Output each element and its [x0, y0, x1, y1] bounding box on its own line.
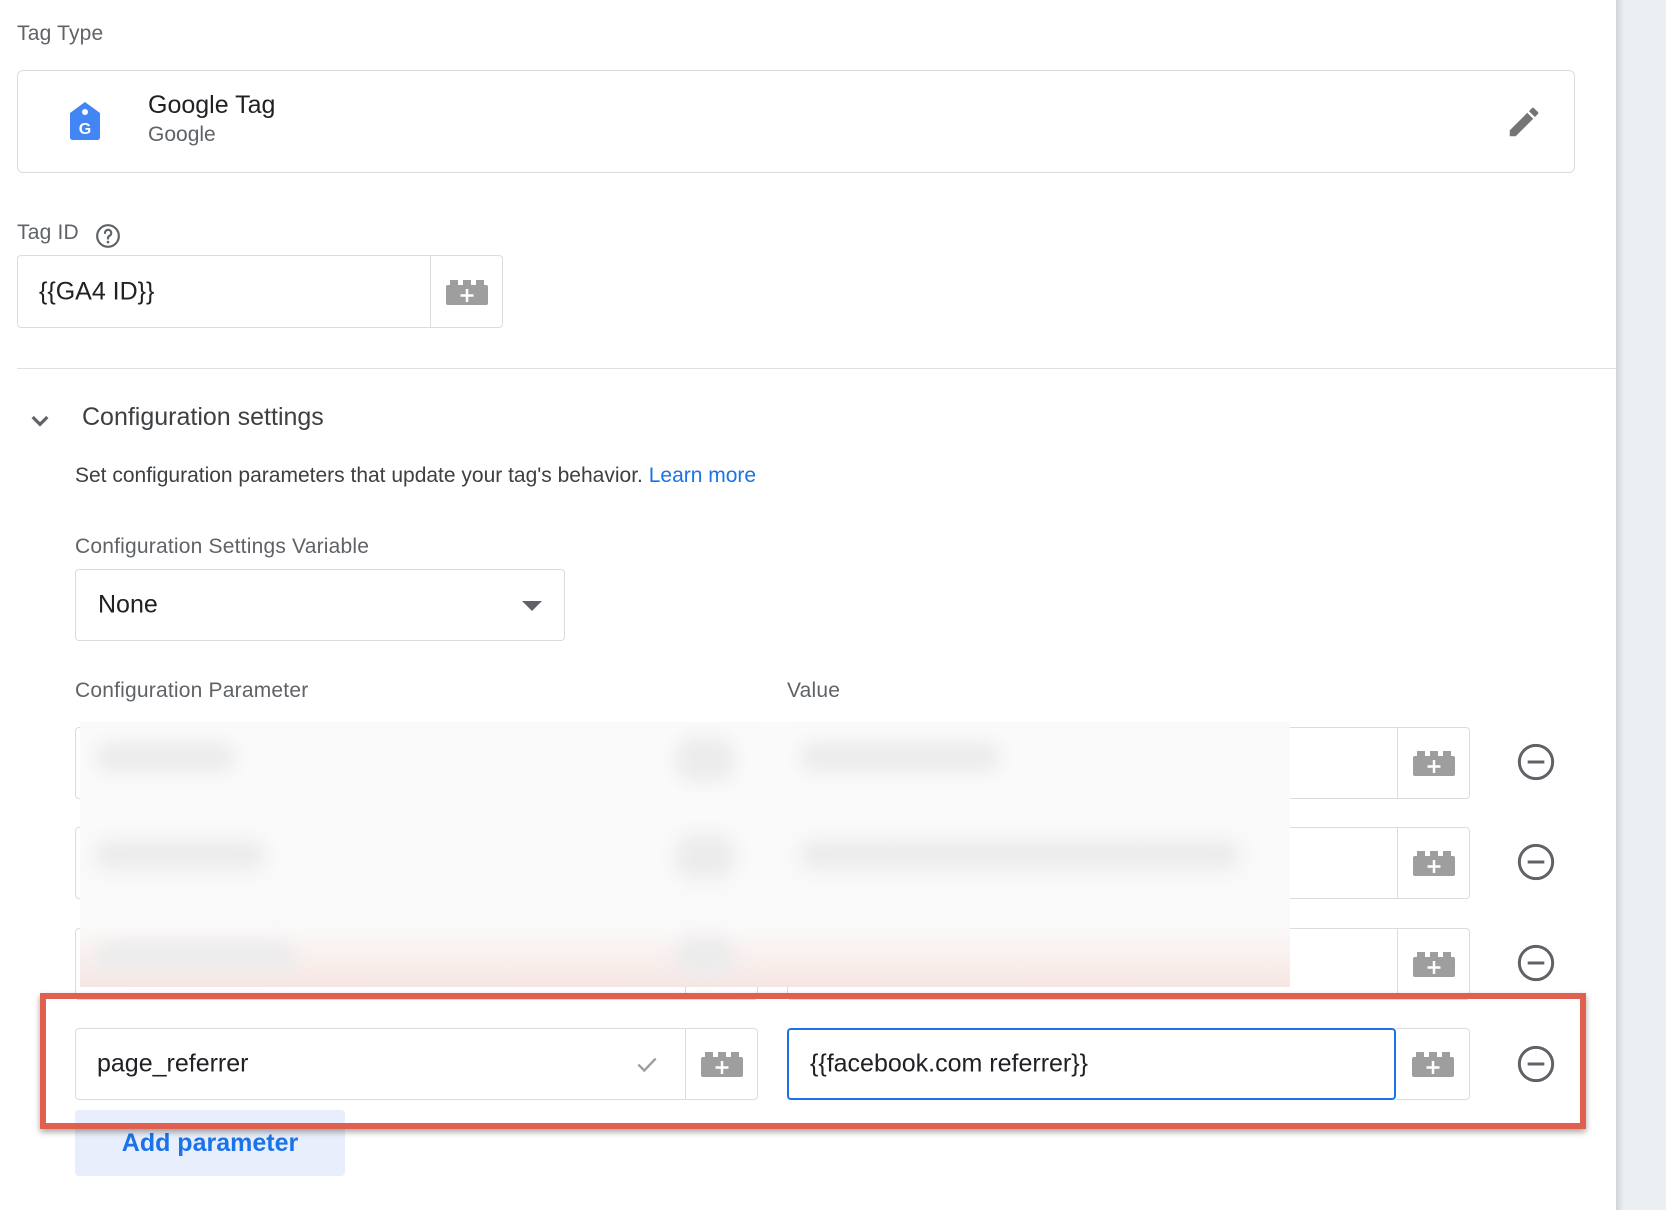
learn-more-link[interactable]: Learn more — [649, 464, 756, 487]
remove-row-icon[interactable] — [1516, 1044, 1556, 1084]
blur-smudge — [95, 942, 295, 972]
remove-row-icon[interactable] — [1516, 742, 1556, 782]
checkmark-icon — [637, 1057, 657, 1073]
add-variable-icon — [445, 279, 488, 305]
right-scroll-rail — [1616, 0, 1666, 1210]
add-variable-icon — [700, 1052, 743, 1077]
redaction-blur — [80, 722, 1290, 987]
tag-id-label: Tag ID — [17, 221, 79, 244]
param-value-field-4[interactable]: {{facebook.com referrer}} — [787, 1028, 1396, 1100]
blur-smudge — [95, 840, 265, 870]
chevron-down-icon[interactable] — [24, 405, 56, 437]
tag-type-name: Google Tag — [148, 91, 276, 119]
value-add-variable-wrap — [1396, 1029, 1469, 1099]
param-name-field-4[interactable]: page_referrer — [75, 1028, 758, 1100]
config-description: Set configuration parameters that update… — [75, 464, 756, 488]
remove-row-icon[interactable] — [1516, 842, 1556, 882]
blur-smudge — [675, 937, 735, 977]
tag-logo-letter: G — [79, 121, 91, 138]
add-variable-icon — [1412, 851, 1455, 876]
value-column-label: Value — [787, 679, 841, 702]
blur-smudge — [675, 834, 735, 879]
param-add-variable-button-4[interactable] — [685, 1029, 757, 1099]
value-add-variable-button-2[interactable] — [1397, 828, 1469, 898]
add-variable-icon — [1411, 1052, 1454, 1077]
value-add-variable-button-4[interactable] — [1396, 1028, 1470, 1100]
edit-pencil-icon[interactable] — [1505, 103, 1543, 141]
settings-variable-label: Configuration Settings Variable — [75, 535, 370, 558]
settings-variable-value: None — [98, 590, 158, 619]
value-add-variable-button-3[interactable] — [1397, 929, 1469, 999]
tag-id-field[interactable]: {{GA4 ID}} — [17, 255, 503, 328]
param-value-value: {{facebook.com referrer}} — [810, 1049, 1088, 1078]
settings-variable-select[interactable]: None — [75, 569, 565, 641]
tag-type-label: Tag Type — [17, 22, 104, 45]
rail-shadow — [1616, 0, 1624, 1210]
tag-type-vendor: Google — [148, 123, 216, 146]
add-parameter-button[interactable]: Add parameter — [75, 1110, 345, 1176]
blur-smudge — [95, 742, 235, 772]
section-divider — [17, 368, 1616, 369]
add-variable-icon — [1412, 952, 1455, 977]
help-icon[interactable] — [95, 223, 121, 249]
add-variable-icon — [1412, 751, 1455, 776]
param-name-value: page_referrer — [97, 1049, 249, 1078]
tag-type-card[interactable]: G Google Tag Google — [17, 70, 1575, 173]
config-section-title[interactable]: Configuration settings — [82, 403, 324, 432]
param-column-label: Configuration Parameter — [75, 679, 309, 702]
blur-smudge — [800, 742, 1000, 772]
blur-smudge — [675, 737, 735, 782]
google-tag-icon: G — [70, 102, 100, 140]
tag-id-value: {{GA4 ID}} — [39, 277, 155, 305]
tag-id-add-variable-button[interactable] — [430, 256, 502, 327]
dropdown-caret-icon — [522, 601, 542, 611]
config-description-text: Set configuration parameters that update… — [75, 464, 643, 487]
blur-smudge — [800, 840, 1240, 870]
remove-row-icon[interactable] — [1516, 943, 1556, 983]
value-add-variable-button-1[interactable] — [1397, 728, 1469, 798]
